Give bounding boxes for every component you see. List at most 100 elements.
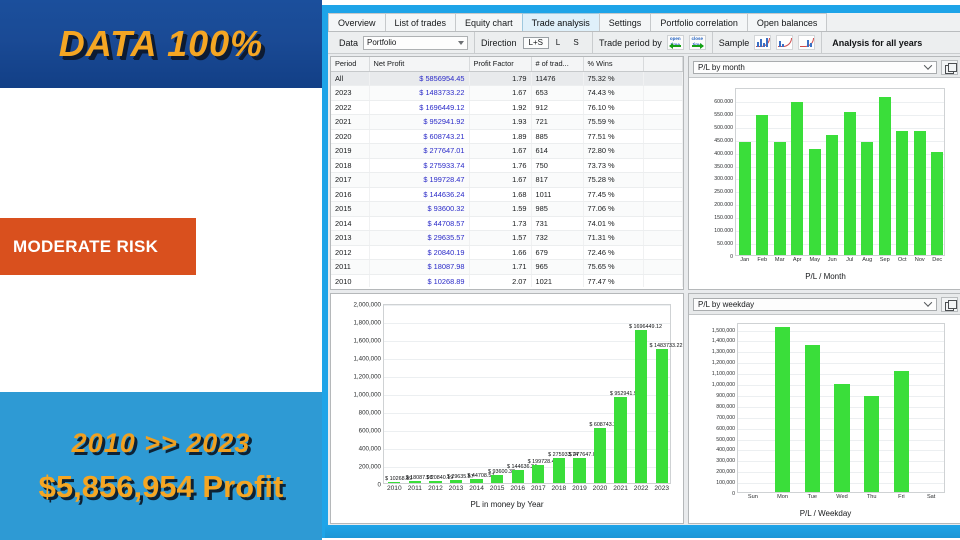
bar[interactable] (388, 482, 401, 483)
pl-by-weekday-select[interactable]: P/L by weekday (693, 297, 937, 311)
col-header-0[interactable]: Period (331, 57, 370, 72)
table-row[interactable]: 2019 $ 277647.01 1.67 614 72.80 % (331, 143, 683, 159)
bar[interactable] (896, 131, 909, 255)
chevron-down-icon (923, 60, 933, 70)
y-axis-tick: 800,000 (716, 403, 735, 410)
cell-trades: 1011 (531, 187, 584, 202)
bar[interactable] (931, 152, 944, 255)
tab-settings[interactable]: Settings (598, 13, 652, 31)
sample-out-icon[interactable] (798, 35, 816, 50)
cell-wins: 75.28 % (583, 172, 644, 188)
table-row[interactable]: 2016 $ 144636.24 1.68 1011 77.45 % (331, 187, 683, 202)
bar[interactable] (532, 465, 545, 483)
tab-list-of-trades[interactable]: List of trades (384, 13, 457, 31)
gridline (384, 377, 670, 378)
cell-profit-factor: 1.68 (469, 187, 532, 202)
open-time-icon[interactable]: open time (666, 35, 684, 50)
direction-option-l-plus-s[interactable]: L+S (522, 36, 549, 49)
promo-panel: DATA 100% MODERATE RISK 2010 >> 2023 $5,… (0, 0, 325, 540)
promo-profit-total: $5,856,954 Profit (38, 468, 284, 504)
cell-trades: 614 (531, 143, 584, 159)
table-row[interactable]: 2017 $ 199728.47 1.67 817 75.28 % (331, 172, 683, 188)
bar[interactable] (552, 458, 565, 483)
table-row[interactable]: 2013 $ 29635.57 1.57 732 71.31 % (331, 230, 683, 246)
direction-option-s[interactable]: S (567, 37, 585, 49)
bar[interactable] (593, 428, 607, 483)
analysis-title: Analysis for all years (832, 37, 923, 48)
bar[interactable] (843, 112, 856, 255)
bar[interactable] (878, 96, 891, 255)
bar[interactable] (408, 481, 421, 483)
close-time-icon[interactable]: close time (688, 35, 706, 50)
gridline (738, 341, 944, 343)
promo-headline: DATA 100% (58, 23, 264, 64)
bar[interactable] (490, 474, 504, 483)
table-row[interactable]: All $ 5856954.45 1.79 11476 75.32 % (331, 71, 683, 86)
direction-segmented-control: L+S L S (522, 36, 586, 50)
tab-equity-chart[interactable]: Equity chart (455, 13, 523, 31)
bar[interactable] (614, 397, 627, 483)
table-row[interactable]: 2021 $ 952941.92 1.93 721 75.59 % (331, 114, 683, 130)
cell-wins: 71.31 % (583, 230, 644, 246)
bar[interactable] (655, 349, 668, 483)
tab-open-balances[interactable]: Open balances (746, 13, 828, 31)
bar[interactable] (893, 371, 910, 492)
bar[interactable] (756, 114, 769, 255)
bar[interactable] (429, 481, 442, 483)
col-header-4[interactable]: % Wins (583, 57, 644, 72)
cell-wins: 74.43 % (583, 85, 644, 101)
pl-by-month-header: P/L by month (689, 57, 960, 78)
y-axis-tick: 1,200,000 (353, 373, 381, 381)
table-row[interactable]: 2023 $ 1483733.22 1.67 653 74.43 % (331, 85, 683, 101)
period-stats-table-wrapper[interactable]: Period Net Profit Profit Factor # of trad..… (331, 57, 683, 287)
table-row[interactable]: 2010 $ 10268.89 2.07 1021 77.47 % (331, 274, 683, 287)
bar[interactable] (470, 478, 483, 483)
col-header-2[interactable]: Profit Factor (469, 57, 532, 72)
tab-overview[interactable]: Overview (328, 13, 386, 31)
tab-portfolio-correlation[interactable]: Portfolio correlation (650, 13, 748, 31)
y-axis-tick: 100,000 (716, 480, 735, 487)
bar[interactable] (804, 344, 820, 492)
direction-option-l[interactable]: L (549, 37, 567, 49)
table-row[interactable]: 2018 $ 275933.74 1.76 750 73.73 % (331, 158, 683, 173)
bar[interactable] (774, 327, 791, 492)
pl-by-month-select[interactable]: P/L by month (693, 60, 937, 74)
sample-all-icon[interactable] (754, 35, 772, 50)
bar[interactable] (808, 149, 821, 255)
popout-icon[interactable] (941, 59, 958, 75)
col-header-1[interactable]: Net Profit (369, 57, 470, 72)
bar[interactable] (511, 469, 524, 483)
col-header-3[interactable]: # of trad... (531, 57, 584, 72)
table-row[interactable]: 2012 $ 20840.19 1.66 679 72.46 % (331, 245, 683, 260)
bar[interactable] (861, 142, 874, 255)
sample-in-icon[interactable] (776, 35, 794, 50)
bar[interactable] (634, 330, 648, 483)
table-header: Period Net Profit Profit Factor # of trad..… (331, 57, 683, 72)
x-axis-tick: May (809, 257, 821, 263)
bar[interactable] (449, 480, 463, 483)
x-axis-tick: 2023 (654, 485, 670, 492)
x-axis-tick: Feb (757, 257, 768, 263)
cell-trades: 985 (531, 201, 584, 217)
table-row[interactable]: 2015 $ 93600.32 1.59 985 77.06 % (331, 201, 683, 217)
x-axis-tick: Sun (747, 494, 758, 500)
bar[interactable] (573, 458, 586, 483)
bar[interactable] (863, 395, 880, 492)
bar[interactable] (913, 131, 926, 255)
popout-icon[interactable] (941, 296, 958, 312)
bar[interactable] (834, 384, 850, 492)
tab-trade-analysis[interactable]: Trade analysis (521, 13, 600, 31)
data-source-select[interactable]: Portfolio (363, 35, 469, 50)
pl-by-weekday-chart: 0 100,000 200,000 300,000 400,000 500,000 600,… (689, 315, 960, 523)
table-row[interactable]: 2020 $ 608743.21 1.89 885 77.51 % (331, 129, 683, 144)
risk-badge-label: MODERATE RISK (13, 236, 159, 256)
bar[interactable] (826, 135, 839, 255)
table-row[interactable]: 2014 $ 44708.57 1.73 731 74.01 % (331, 216, 683, 231)
bar[interactable] (738, 141, 751, 255)
y-axis-tick: 1,500,000 (711, 327, 735, 334)
bar[interactable] (773, 141, 786, 255)
bar[interactable] (791, 102, 804, 255)
x-axis-tick: 2012 (428, 485, 443, 492)
table-row[interactable]: 2011 $ 18087.98 1.71 965 75.65 % (331, 259, 683, 275)
table-row[interactable]: 2022 $ 1696449.12 1.92 912 76.10 % (331, 100, 683, 115)
